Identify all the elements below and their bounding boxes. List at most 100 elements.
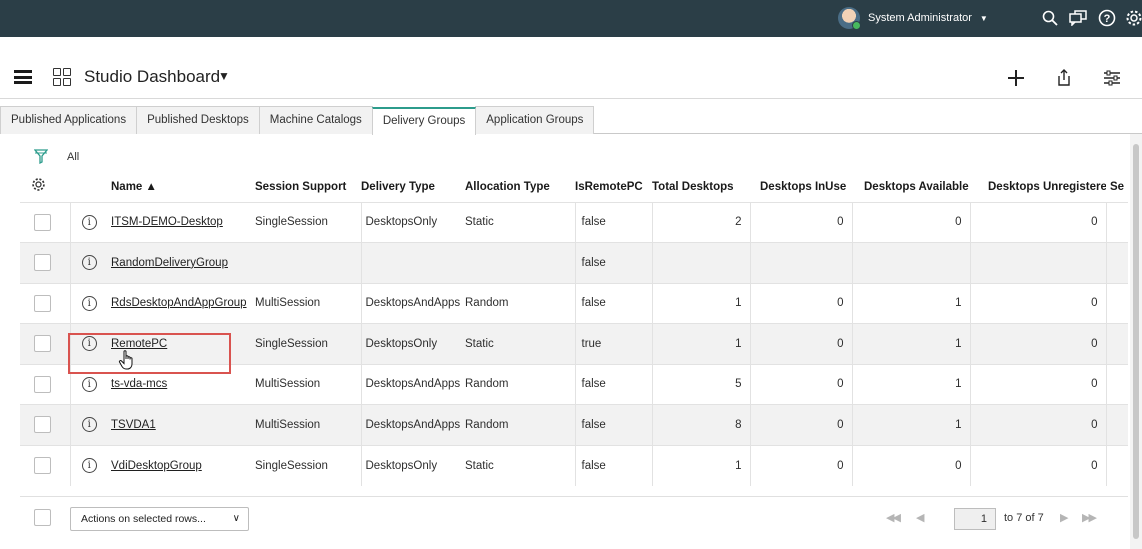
- search-icon[interactable]: [1040, 8, 1060, 28]
- share-icon[interactable]: [1053, 67, 1075, 89]
- row-checkbox[interactable]: [34, 294, 51, 312]
- row-checkbox[interactable]: [34, 416, 51, 434]
- cell-desktops-inuse: 0: [749, 201, 852, 243]
- column-header-desktops-inuse[interactable]: Desktops InUse: [750, 172, 852, 202]
- info-icon[interactable]: i: [81, 458, 97, 473]
- first-page-icon[interactable]: ◀◀: [886, 511, 901, 524]
- tab-published-applications[interactable]: Published Applications: [0, 106, 138, 134]
- row-name-link[interactable]: ITSM-DEMO-Desktop: [111, 216, 223, 228]
- column-header-session-support[interactable]: Session Support: [255, 172, 361, 202]
- actions-select-label: Actions on selected rows...: [81, 513, 206, 525]
- info-icon[interactable]: i: [81, 255, 97, 271]
- cell-desktops-available: 1: [851, 363, 970, 405]
- cell-allocation-type: Random: [465, 363, 575, 405]
- column-header-allocation-type[interactable]: Allocation Type: [465, 172, 575, 202]
- user-name: System Administrator: [868, 12, 972, 24]
- info-icon[interactable]: i: [81, 376, 97, 392]
- cell-isremotepc: false: [574, 282, 652, 324]
- column-header-name[interactable]: Name ▲: [108, 172, 255, 202]
- column-header-desktops-available[interactable]: Desktops Available: [852, 172, 970, 202]
- cell-truncated: [1105, 242, 1128, 283]
- cell-truncated: [1105, 363, 1128, 405]
- svg-text:?: ?: [1104, 13, 1111, 25]
- cell-desktops-available: 1: [851, 282, 970, 324]
- column-header-desktops-unregistered[interactable]: Desktops Unregistered: [970, 172, 1106, 202]
- cell-desktops-inuse: 0: [749, 282, 852, 324]
- cell-delivery-type: DesktopsOnly: [360, 323, 465, 364]
- table-row[interactable]: i VdiDesktopGroup SingleSession DesktopsOnl…: [20, 444, 1128, 486]
- row-name-link[interactable]: RandomDeliveryGroup: [111, 257, 228, 269]
- help-icon[interactable]: ?: [1097, 8, 1117, 28]
- cell-desktops-available: 1: [851, 404, 970, 445]
- column-header-session-truncated[interactable]: Se: [1106, 172, 1128, 202]
- tab-delivery-groups[interactable]: Delivery Groups: [371, 107, 477, 135]
- cell-delivery-type: DesktopsOnly: [360, 201, 465, 243]
- cell-total-desktops: [651, 242, 750, 283]
- row-name-link[interactable]: VdiDesktopGroup: [111, 460, 202, 472]
- next-page-icon[interactable]: ▶: [1060, 511, 1069, 524]
- add-icon[interactable]: [1005, 67, 1027, 89]
- tab-application-groups[interactable]: Application Groups: [475, 106, 595, 134]
- table-row[interactable]: i ITSM-DEMO-Desktop SingleSession DesktopsO…: [20, 201, 1128, 243]
- info-icon[interactable]: i: [81, 417, 97, 433]
- row-checkbox[interactable]: [34, 457, 51, 474]
- cell-delivery-type: [360, 242, 465, 283]
- cell-session-support: MultiSession: [255, 404, 361, 445]
- row-checkbox[interactable]: [34, 213, 51, 231]
- page-title[interactable]: Studio Dashboard: [84, 67, 220, 87]
- previous-page-icon[interactable]: ◀: [916, 511, 925, 524]
- filter-settings-icon[interactable]: [1101, 67, 1123, 89]
- info-icon[interactable]: i: [81, 295, 97, 311]
- select-all-checkbox[interactable]: [34, 509, 51, 526]
- cell-session-support: SingleSession: [255, 444, 361, 486]
- cell-isremotepc: false: [574, 404, 652, 445]
- info-icon[interactable]: i: [81, 214, 97, 230]
- filter-icon[interactable]: [33, 149, 49, 165]
- cell-delivery-type: DesktopsAndApps: [360, 404, 465, 445]
- cell-desktops-unregistered: 0: [969, 201, 1106, 243]
- table-row[interactable]: i ts-vda-mcs MultiSession DesktopsAndApps Ra…: [20, 363, 1128, 405]
- row-checkbox[interactable]: [34, 335, 51, 353]
- delivery-groups-table: Name ▲ Session Support Delivery Type All…: [20, 172, 1128, 486]
- actions-select[interactable]: Actions on selected rows... ∨: [70, 507, 249, 531]
- info-icon[interactable]: i: [81, 336, 97, 352]
- cell-session-support: SingleSession: [255, 201, 361, 243]
- row-checkbox[interactable]: [34, 375, 51, 393]
- cell-isremotepc: false: [574, 444, 652, 486]
- chat-icon[interactable]: [1068, 8, 1088, 28]
- user-menu[interactable]: System Administrator ▼: [838, 7, 988, 30]
- tab-machine-catalogs[interactable]: Machine Catalogs: [258, 106, 373, 134]
- vertical-scrollbar[interactable]: [1130, 134, 1142, 549]
- cell-session-support: [255, 242, 361, 283]
- cell-allocation-type: Random: [465, 282, 575, 324]
- column-header-delivery-type[interactable]: Delivery Type: [361, 172, 465, 202]
- row-name-link[interactable]: RemotePC: [111, 338, 167, 350]
- table-row[interactable]: i RemotePC SingleSession DesktopsOnly Static…: [20, 323, 1128, 364]
- tab-bar: Published Applications Published Desktop…: [0, 106, 1142, 135]
- table-row[interactable]: i TSVDA1 MultiSession DesktopsAndApps Random…: [20, 404, 1128, 445]
- column-header-isremotepc[interactable]: IsRemotePC: [575, 172, 652, 202]
- table-row[interactable]: i RandomDeliveryGroup false: [20, 242, 1128, 283]
- row-name-link[interactable]: TSVDA1: [111, 419, 156, 431]
- dashboard-grid-icon[interactable]: [53, 68, 71, 86]
- title-caret-down-icon[interactable]: ▼: [218, 69, 230, 83]
- row-name-link[interactable]: RdsDesktopAndAppGroup: [111, 297, 247, 309]
- page-number-input[interactable]: 1: [954, 508, 996, 530]
- settings-icon[interactable]: [1124, 8, 1142, 28]
- filter-breadcrumb-all[interactable]: All: [67, 151, 79, 163]
- cell-delivery-type: DesktopsAndApps: [360, 282, 465, 324]
- table-row[interactable]: i RdsDesktopAndAppGroup MultiSession Deskto…: [20, 282, 1128, 324]
- cell-delivery-type: DesktopsOnly: [360, 444, 465, 486]
- cell-desktops-unregistered: 0: [969, 363, 1106, 405]
- column-header-total-desktops[interactable]: Total Desktops: [652, 172, 750, 202]
- cell-allocation-type: Static: [465, 444, 575, 486]
- dashboard-header: Studio Dashboard ▼: [0, 57, 1142, 99]
- scrollbar-thumb[interactable]: [1133, 144, 1139, 539]
- cell-allocation-type: Static: [465, 323, 575, 364]
- row-checkbox[interactable]: [34, 254, 51, 272]
- row-name-link[interactable]: ts-vda-mcs: [111, 378, 167, 390]
- last-page-icon[interactable]: ▶▶: [1082, 511, 1097, 524]
- menu-icon[interactable]: [14, 70, 32, 84]
- cell-desktops-inuse: [749, 242, 852, 283]
- tab-published-desktops[interactable]: Published Desktops: [136, 106, 260, 134]
